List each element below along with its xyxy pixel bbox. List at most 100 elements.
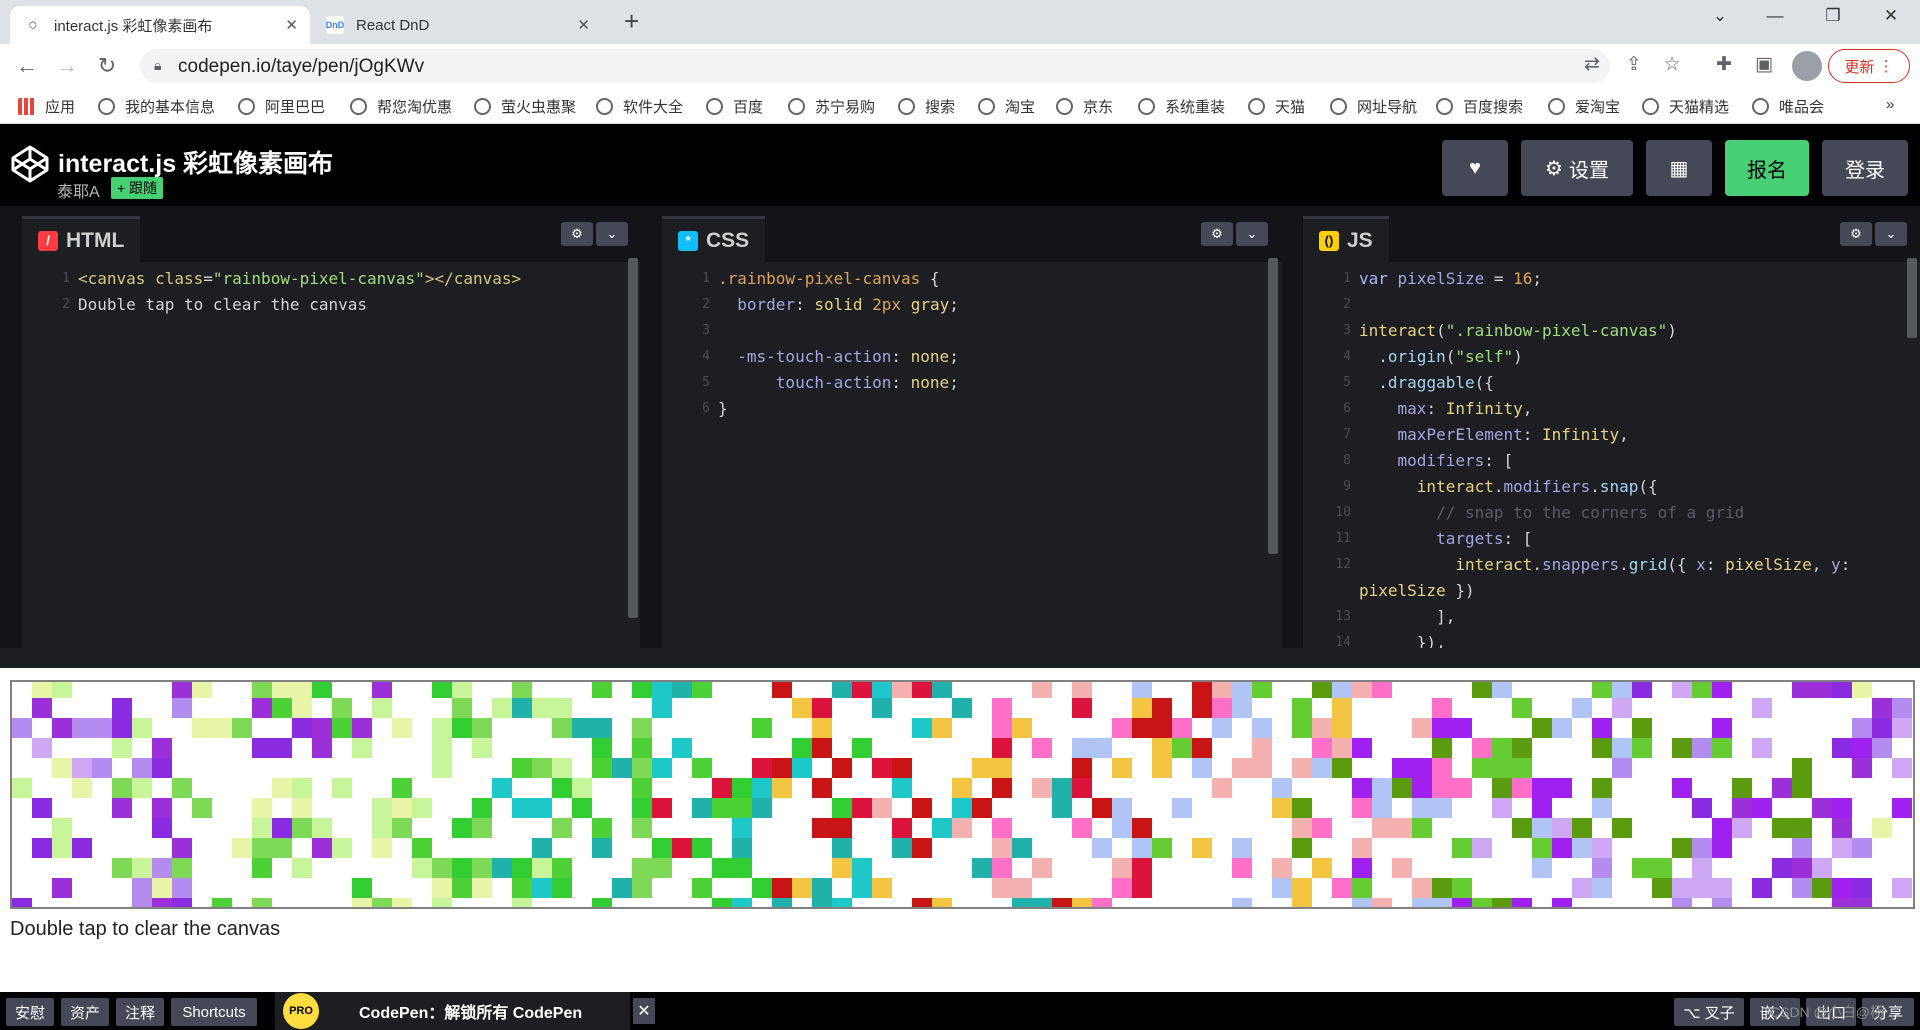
codepen-logo-icon[interactable] [10, 144, 50, 184]
tab-js[interactable]: () JS [1303, 216, 1389, 262]
minimize-icon[interactable]: — [1760, 6, 1790, 26]
pixel [1032, 738, 1052, 758]
pixel [1692, 838, 1712, 858]
resize-divider[interactable] [0, 648, 1920, 668]
settings-button[interactable]: ⚙ 设置 [1521, 140, 1633, 196]
bookmark-item[interactable]: 应用 [18, 96, 75, 117]
login-button[interactable]: 登录 [1822, 140, 1908, 196]
close-icon[interactable]: ✕ [633, 998, 655, 1024]
bookmark-item[interactable]: 百度搜索 [1436, 96, 1523, 117]
bookmark-item[interactable]: 系统重装 [1138, 96, 1225, 117]
pixel [1152, 838, 1172, 858]
pixel [832, 678, 852, 698]
pixel [1512, 778, 1532, 798]
close-icon[interactable]: ✕ [285, 16, 298, 34]
heart-button[interactable]: ♥ [1442, 140, 1508, 196]
scrollbar[interactable] [1907, 258, 1917, 338]
chevron-down-icon[interactable]: ⌄ [1875, 222, 1907, 246]
bookmark-item[interactable]: 京东 [1056, 96, 1113, 117]
new-tab-button[interactable]: + [624, 8, 639, 34]
follow-button[interactable]: + 跟随 [111, 177, 164, 199]
pixel [1352, 778, 1372, 798]
pro-promo[interactable]: PRO CodePen：解锁所有 CodePen [275, 992, 630, 1030]
pixel [592, 738, 612, 758]
bookmark-item[interactable]: 网址导航 [1330, 96, 1417, 117]
translate-icon[interactable]: ⇄ [1578, 53, 1606, 76]
bookmark-item[interactable]: 搜索 [898, 96, 955, 117]
bookmark-item[interactable]: 天猫精选 [1642, 96, 1729, 117]
console-button[interactable]: 安慰 [6, 998, 54, 1026]
extensions-icon[interactable]: ✚ [1710, 53, 1738, 76]
layout-button[interactable]: ▦ [1646, 140, 1712, 196]
html-panel-controls: ⚙ ⌄ [558, 222, 628, 246]
comments-button[interactable]: 注释 [116, 998, 164, 1026]
pixel [1432, 798, 1452, 818]
pixel [832, 758, 852, 778]
pixel [952, 798, 972, 818]
chevron-down-icon[interactable]: ⌄ [1236, 222, 1268, 246]
pixel [112, 718, 132, 738]
apps-icon [18, 98, 35, 115]
bookmark-item[interactable]: 天猫 [1248, 96, 1305, 117]
signup-button[interactable]: 报名 [1725, 140, 1809, 196]
restore-icon[interactable]: ❐ [1818, 6, 1848, 26]
author-name[interactable]: 泰耶A [57, 178, 100, 202]
pixel [1212, 678, 1232, 698]
back-icon[interactable]: ← [12, 52, 42, 80]
pixel [1692, 858, 1712, 878]
scrollbar[interactable] [628, 258, 638, 618]
shortcuts-button[interactable]: Shortcuts [171, 998, 257, 1026]
assets-button[interactable]: 资产 [61, 998, 109, 1026]
pixel [1132, 698, 1152, 718]
pixel [632, 858, 652, 878]
globe-icon [1436, 98, 1453, 115]
pixel [1292, 798, 1312, 818]
bookmark-item[interactable]: 我的基本信息 [98, 96, 215, 117]
gear-icon[interactable]: ⚙ [1201, 222, 1233, 246]
css-code[interactable]: 1 .rainbow-pixel-canvas { 2 border: solid… [662, 266, 1282, 648]
globe-icon [1248, 98, 1265, 115]
bookmark-item[interactable]: 软件大全 [596, 96, 683, 117]
pixel [1092, 898, 1112, 918]
pixel [1252, 738, 1272, 758]
dnd-icon: DnD [326, 16, 344, 34]
tab-html[interactable]: / HTML [22, 216, 141, 262]
close-icon[interactable]: ✕ [577, 16, 590, 34]
scrollbar[interactable] [1268, 258, 1278, 554]
pixel [472, 798, 492, 818]
tab-css[interactable]: * CSS [662, 216, 766, 262]
js-code[interactable]: 1 var pixelSize = 16; 2 3 interact(".rainb… [1303, 266, 1920, 648]
bookmark-item[interactable]: 帮您淘优惠 [350, 96, 452, 117]
bookmark-item[interactable]: 爱淘宝 [1548, 96, 1620, 117]
bookmarks-more-icon[interactable]: » [1886, 96, 1894, 113]
bookmark-item[interactable]: 唯品会 [1752, 96, 1824, 117]
address-bar[interactable]: 🔒︎ codepen.io/taye/pen/jOgKWv [140, 49, 1610, 83]
reload-icon[interactable]: ↻ [92, 52, 122, 80]
pixel [1612, 678, 1632, 698]
bookmark-item[interactable]: 阿里巴巴 [238, 96, 325, 117]
bookmark-item[interactable]: 百度 [706, 96, 763, 117]
gear-icon[interactable]: ⚙ [1840, 222, 1872, 246]
bookmark-item[interactable]: 萤火虫惠聚 [474, 96, 576, 117]
tab-react-dnd[interactable]: DnD React DnD ✕ [312, 6, 602, 44]
pixel [312, 678, 332, 698]
tab-search-icon[interactable]: ⌄ [1705, 6, 1735, 26]
bookmark-item[interactable]: 苏宁易购 [788, 96, 875, 117]
pixel [372, 818, 392, 838]
share-icon[interactable]: ⇪ [1620, 53, 1648, 76]
pixel [772, 758, 792, 778]
rainbow-pixel-canvas[interactable] [10, 678, 1915, 918]
avatar[interactable] [1792, 51, 1822, 81]
chevron-down-icon[interactable]: ⌄ [596, 222, 628, 246]
forward-icon[interactable]: → [52, 52, 82, 80]
html-code[interactable]: 1 <canvas class="rainbow-pixel-canvas"></… [22, 266, 640, 648]
star-icon[interactable]: ☆ [1658, 53, 1686, 76]
fork-button[interactable]: ⌥ 叉子 [1674, 998, 1744, 1026]
bookmark-item[interactable]: 淘宝 [978, 96, 1035, 117]
close-window-icon[interactable]: ✕ [1876, 6, 1906, 26]
update-button[interactable]: 更新 ⋮ [1828, 49, 1910, 83]
tab-interact-js[interactable]: ⬡ interact.js 彩虹像素画布 ✕ [10, 6, 310, 44]
gear-icon[interactable]: ⚙ [561, 222, 593, 246]
sidebar-icon[interactable]: ▣ [1750, 53, 1778, 76]
pixel [572, 798, 592, 818]
